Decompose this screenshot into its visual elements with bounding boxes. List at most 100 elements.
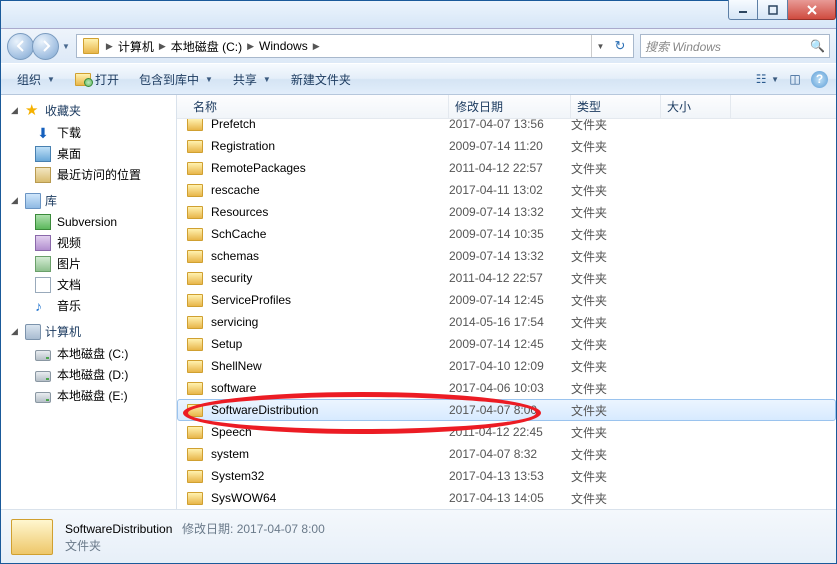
file-row[interactable]: schemas2009-07-14 13:32文件夹 bbox=[177, 245, 836, 267]
file-row[interactable]: Registration2009-07-14 11:20文件夹 bbox=[177, 135, 836, 157]
chevron-down-icon: ▼ bbox=[263, 75, 271, 84]
column-name[interactable]: 名称 bbox=[187, 95, 449, 118]
computer-group[interactable]: ◢计算机 bbox=[1, 320, 176, 343]
file-name: Prefetch bbox=[211, 119, 449, 131]
file-row[interactable]: ShellNew2017-04-10 12:09文件夹 bbox=[177, 355, 836, 377]
history-dropdown-icon[interactable]: ▼ bbox=[62, 42, 70, 51]
chevron-down-icon[interactable]: ▼ bbox=[771, 75, 779, 84]
back-button[interactable] bbox=[7, 33, 34, 60]
file-date: 2017-04-13 13:53 bbox=[449, 469, 571, 483]
favorites-group[interactable]: ◢★收藏夹 bbox=[1, 99, 176, 122]
chevron-right-icon[interactable]: ▶ bbox=[310, 41, 323, 52]
sidebar-item-downloads[interactable]: ⬇下载 bbox=[1, 122, 176, 143]
navigation-pane[interactable]: ◢★收藏夹 ⬇下载 桌面 最近访问的位置 ◢库 Subversion 视频 图片… bbox=[1, 95, 177, 509]
sidebar-item-drive-d[interactable]: 本地磁盘 (D:) bbox=[1, 364, 176, 385]
organize-button[interactable]: 组织▼ bbox=[9, 68, 63, 91]
file-type: 文件夹 bbox=[571, 138, 661, 155]
folder-icon bbox=[83, 38, 99, 54]
search-box[interactable]: 搜索 Windows 🔍 bbox=[640, 34, 830, 58]
file-type: 文件夹 bbox=[571, 292, 661, 309]
chevron-right-icon[interactable]: ▶ bbox=[156, 41, 169, 52]
view-options-button[interactable]: ☷ bbox=[753, 71, 769, 87]
preview-pane-button[interactable]: ◫ bbox=[787, 71, 803, 87]
open-button[interactable]: 打开 bbox=[67, 68, 127, 91]
breadcrumb-computer[interactable]: 计算机 bbox=[116, 38, 156, 55]
breadcrumb-folder[interactable]: Windows bbox=[257, 39, 310, 53]
nav-bar: ▼ ▶ 计算机 ▶ 本地磁盘 (C:) ▶ Windows ▶ ▼ ↻ 搜索 W… bbox=[1, 29, 836, 63]
file-name: rescache bbox=[211, 183, 449, 197]
folder-icon bbox=[187, 184, 203, 197]
file-row[interactable]: SoftwareDistribution2017-04-07 8:00文件夹 bbox=[177, 399, 836, 421]
document-icon bbox=[35, 277, 51, 293]
address-dropdown-icon[interactable]: ▼ bbox=[591, 35, 609, 57]
new-folder-button[interactable]: 新建文件夹 bbox=[283, 68, 359, 91]
close-button[interactable] bbox=[788, 0, 836, 20]
file-row[interactable]: Speech2011-04-12 22:45文件夹 bbox=[177, 421, 836, 443]
file-list-rows[interactable]: Prefetch2017-04-07 13:56文件夹Registration2… bbox=[177, 119, 836, 509]
file-date: 2011-04-12 22:57 bbox=[449, 161, 571, 175]
subversion-icon bbox=[35, 214, 51, 230]
file-row[interactable]: software2017-04-06 10:03文件夹 bbox=[177, 377, 836, 399]
sidebar-item-videos[interactable]: 视频 bbox=[1, 232, 176, 253]
minimize-button[interactable] bbox=[728, 0, 758, 20]
sidebar-item-pictures[interactable]: 图片 bbox=[1, 253, 176, 274]
column-type[interactable]: 类型 bbox=[571, 95, 661, 118]
file-date: 2017-04-10 12:09 bbox=[449, 359, 571, 373]
caret-down-icon: ◢ bbox=[11, 326, 21, 337]
sidebar-item-desktop[interactable]: 桌面 bbox=[1, 143, 176, 164]
search-icon: 🔍 bbox=[810, 39, 825, 53]
maximize-button[interactable] bbox=[758, 0, 788, 20]
breadcrumb-drive[interactable]: 本地磁盘 (C:) bbox=[169, 38, 244, 55]
file-type: 文件夹 bbox=[571, 446, 661, 463]
file-type: 文件夹 bbox=[571, 270, 661, 287]
file-row[interactable]: RemotePackages2011-04-12 22:57文件夹 bbox=[177, 157, 836, 179]
file-type: 文件夹 bbox=[571, 314, 661, 331]
file-row[interactable]: System322017-04-13 13:53文件夹 bbox=[177, 465, 836, 487]
sidebar-item-music[interactable]: ♪音乐 bbox=[1, 295, 176, 316]
help-button[interactable]: ? bbox=[811, 71, 828, 88]
sidebar-item-subversion[interactable]: Subversion bbox=[1, 212, 176, 232]
folder-icon bbox=[187, 316, 203, 329]
file-date: 2017-04-07 8:00 bbox=[449, 403, 571, 417]
file-type: 文件夹 bbox=[571, 226, 661, 243]
file-type: 文件夹 bbox=[571, 160, 661, 177]
sidebar-item-documents[interactable]: 文档 bbox=[1, 274, 176, 295]
file-row[interactable]: Resources2009-07-14 13:32文件夹 bbox=[177, 201, 836, 223]
file-row[interactable]: servicing2014-05-16 17:54文件夹 bbox=[177, 311, 836, 333]
file-row[interactable]: security2011-04-12 22:57文件夹 bbox=[177, 267, 836, 289]
file-date: 2011-04-12 22:45 bbox=[449, 425, 571, 439]
file-row[interactable]: ServiceProfiles2009-07-14 12:45文件夹 bbox=[177, 289, 836, 311]
libraries-group[interactable]: ◢库 bbox=[1, 189, 176, 212]
column-size[interactable]: 大小 bbox=[661, 95, 731, 118]
body: ◢★收藏夹 ⬇下载 桌面 最近访问的位置 ◢库 Subversion 视频 图片… bbox=[1, 95, 836, 509]
folder-icon bbox=[187, 360, 203, 373]
share-button[interactable]: 共享▼ bbox=[225, 68, 279, 91]
file-date: 2017-04-11 13:02 bbox=[449, 183, 571, 197]
file-row[interactable]: Prefetch2017-04-07 13:56文件夹 bbox=[177, 119, 836, 135]
column-date[interactable]: 修改日期 bbox=[449, 95, 571, 118]
forward-button[interactable] bbox=[32, 33, 59, 60]
file-row[interactable]: system2017-04-07 8:32文件夹 bbox=[177, 443, 836, 465]
content-pane: 名称 修改日期 类型 大小 Prefetch2017-04-07 13:56文件… bbox=[177, 95, 836, 509]
sidebar-item-drive-c[interactable]: 本地磁盘 (C:) bbox=[1, 343, 176, 364]
file-name: Setup bbox=[211, 337, 449, 351]
folder-icon bbox=[187, 492, 203, 505]
refresh-button[interactable]: ↻ bbox=[609, 38, 631, 54]
file-type: 文件夹 bbox=[571, 468, 661, 485]
address-bar[interactable]: ▶ 计算机 ▶ 本地磁盘 (C:) ▶ Windows ▶ ▼ ↻ bbox=[76, 34, 634, 58]
file-row[interactable]: rescache2017-04-11 13:02文件夹 bbox=[177, 179, 836, 201]
chevron-right-icon[interactable]: ▶ bbox=[103, 41, 116, 52]
sidebar-item-recent[interactable]: 最近访问的位置 bbox=[1, 164, 176, 185]
folder-icon bbox=[187, 206, 203, 219]
file-row[interactable]: SchCache2009-07-14 10:35文件夹 bbox=[177, 223, 836, 245]
caret-down-icon: ◢ bbox=[11, 105, 21, 116]
include-library-button[interactable]: 包含到库中▼ bbox=[131, 68, 221, 91]
chevron-right-icon[interactable]: ▶ bbox=[244, 41, 257, 52]
file-date: 2009-07-14 10:35 bbox=[449, 227, 571, 241]
file-row[interactable]: SysWOW642017-04-13 14:05文件夹 bbox=[177, 487, 836, 509]
titlebar bbox=[1, 1, 836, 29]
sidebar-item-drive-e[interactable]: 本地磁盘 (E:) bbox=[1, 385, 176, 406]
file-row[interactable]: Setup2009-07-14 12:45文件夹 bbox=[177, 333, 836, 355]
file-name: Speech bbox=[211, 425, 449, 439]
folder-large-icon bbox=[11, 519, 53, 555]
